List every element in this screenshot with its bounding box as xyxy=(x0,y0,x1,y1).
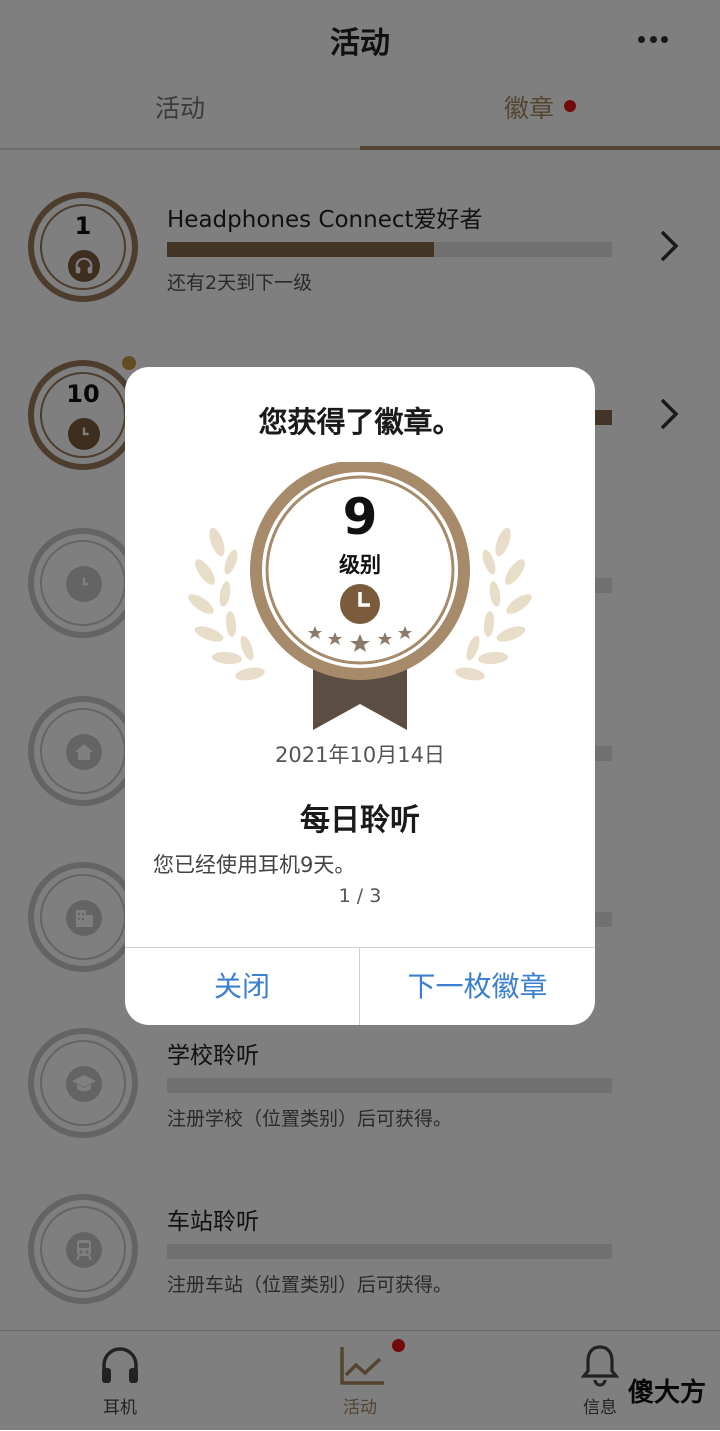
badge-name: 每日聆听 xyxy=(300,803,420,838)
dialog-actions: 关闭 下一枚徽章 xyxy=(125,947,595,1025)
badge-earned-dialog: 您获得了徽章。 9 级别 2021年10月14日 每日聆听 您已经使用耳机9天。… xyxy=(125,367,595,1025)
badge-level-label: 级别 xyxy=(339,553,381,577)
dialog-pager: 1 / 3 xyxy=(338,885,382,907)
badge-description: 您已经使用耳机9天。 xyxy=(153,853,356,877)
badge-date: 2021年10月14日 xyxy=(275,743,445,767)
next-badge-button[interactable]: 下一枚徽章 xyxy=(360,948,595,1025)
close-button[interactable]: 关闭 xyxy=(125,948,360,1025)
dialog-title: 您获得了徽章。 xyxy=(258,405,462,439)
badge-level-number: 9 xyxy=(342,488,378,546)
